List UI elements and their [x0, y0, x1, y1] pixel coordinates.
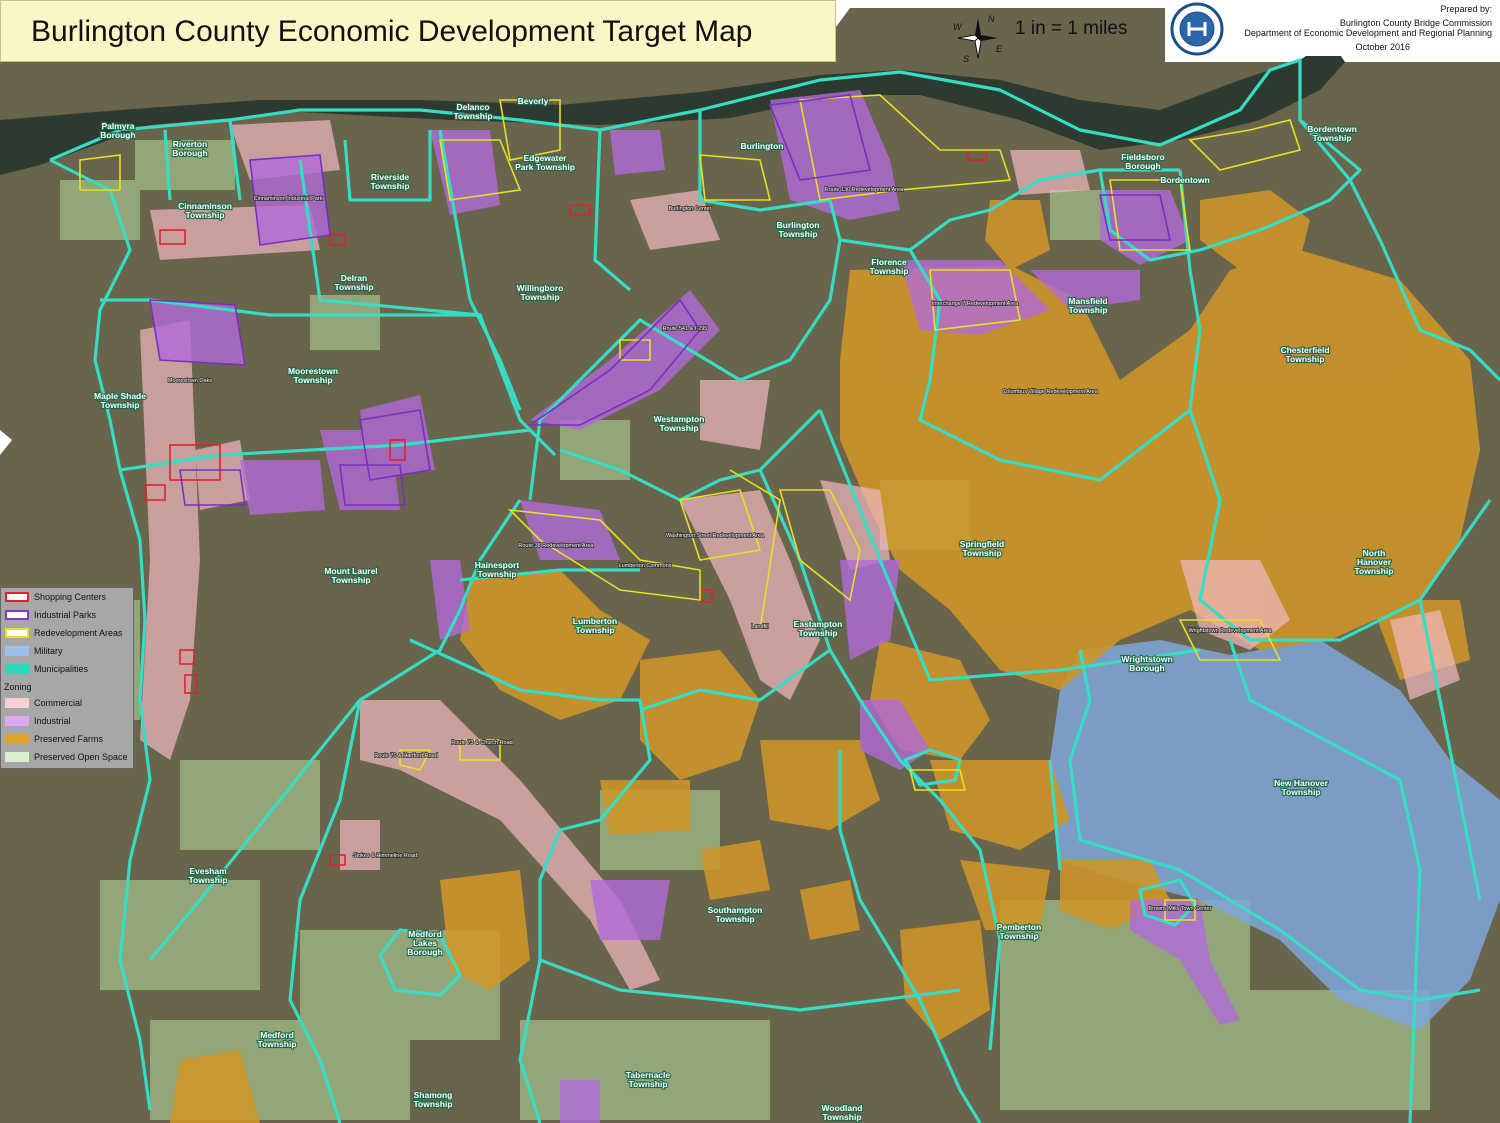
- muni-label: Burlington: [741, 141, 784, 151]
- muni-label: Eastampton Township: [794, 619, 843, 638]
- muni-label: New Hanover Township: [1274, 778, 1329, 797]
- credit-date: October 2016: [1355, 42, 1410, 52]
- credit-prepared-by: Prepared by:: [1440, 4, 1492, 14]
- muni-label: Springfield Township: [960, 539, 1004, 558]
- muni-label: Delanco Township: [453, 102, 492, 121]
- credit-department: Department of Economic Development and R…: [1244, 28, 1492, 38]
- compass-e: E: [996, 44, 1003, 54]
- muni-label: Bordentown: [1160, 175, 1210, 185]
- muni-label: Hainesport Township: [475, 560, 520, 579]
- legend-swatch: [5, 592, 29, 602]
- legend-swatch: [5, 646, 29, 656]
- legend-item-municipalities: Municipalities: [5, 663, 88, 675]
- legend-swatch: [5, 752, 29, 762]
- legend-swatch: [5, 716, 29, 726]
- muni-label: Palmyra Borough: [100, 121, 135, 140]
- muni-label: Florence Township: [869, 257, 908, 276]
- legend-label: Preserved Open Space: [34, 752, 128, 762]
- legend-label: Military: [34, 646, 63, 656]
- muni-label: Chesterfield Township: [1280, 345, 1329, 364]
- muni-label: Moorestown Township: [288, 366, 338, 385]
- legend-swatch: [5, 734, 29, 744]
- muni-label: Tabernacle Township: [626, 1070, 671, 1089]
- site-label: Interchange 7 Redevelopment Area: [932, 301, 1019, 307]
- scale-text: 1 in = 1 miles: [1015, 18, 1128, 39]
- legend-item-preserved-farms: Preserved Farms: [5, 733, 103, 745]
- muni-label: Mount Laurel Township: [324, 566, 377, 585]
- site-label: Route 541 & I-295: [663, 326, 708, 332]
- muni-label: Edgewater Park Township: [515, 153, 575, 172]
- legend-label: Shopping Centers: [34, 592, 107, 602]
- legend-label: Industrial Parks: [34, 610, 97, 620]
- muni-label: Cinnaminson Township: [178, 201, 232, 220]
- site-label: Wrightstown Redevelopment Area: [1188, 628, 1272, 634]
- legend-swatch: [5, 698, 29, 708]
- legend-item-commercial: Commercial: [5, 697, 82, 709]
- credit-bridge-commission: Burlington County Bridge Commission: [1339, 18, 1492, 28]
- legend-label: Preserved Farms: [34, 734, 104, 744]
- legend-item-industrial: Industrial: [5, 715, 71, 727]
- legend-label: Industrial: [34, 716, 71, 726]
- site-label: Browns Mills Town Center: [1148, 906, 1211, 912]
- site-label: Route 130 Redevelopment Area: [825, 187, 904, 193]
- site-label: Lumberton Commons: [619, 563, 672, 569]
- site-label: Columbus Village Redevelopment Area: [1002, 389, 1099, 395]
- site-label: Burlington Center: [669, 206, 712, 212]
- legend-swatch: [5, 664, 29, 674]
- legend-label: Municipalities: [34, 664, 89, 674]
- legend-item-shopping-centers: Shopping Centers: [5, 591, 106, 603]
- legend-zoning-heading: Zoning: [4, 682, 32, 692]
- map-title: Burlington County Economic Development T…: [31, 15, 753, 48]
- site-label: Route 70 & Hartford Road: [374, 753, 438, 759]
- muni-label: Mansfield Township: [1068, 296, 1107, 315]
- legend-item-redevelopment-areas: Redevelopment Areas: [5, 627, 123, 639]
- site-label: Landfill: [751, 624, 768, 630]
- muni-label: Burlington Township: [777, 220, 820, 239]
- site-label: Washington Street Redevelopment Area: [666, 533, 765, 539]
- legend-item-industrial-parks: Industrial Parks: [5, 609, 96, 621]
- compass-w: W: [953, 22, 963, 32]
- muni-label: Westampton Township: [654, 414, 705, 433]
- compass-n: N: [988, 14, 995, 24]
- county-seal-icon: [1170, 2, 1224, 56]
- title-panel: Burlington County Economic Development T…: [0, 0, 836, 62]
- muni-label: Southampton Township: [708, 905, 763, 924]
- site-label: Route 73 & Church Road: [451, 740, 512, 746]
- legend-swatch: [5, 610, 29, 620]
- muni-label: Bordentown Township: [1307, 124, 1357, 143]
- map-legend: Shopping Centers Industrial Parks Redeve…: [0, 587, 134, 769]
- muni-label: Woodland Township: [822, 1103, 863, 1122]
- muni-label: Evesham Township: [188, 866, 227, 885]
- muni-label: Shamong Township: [413, 1090, 452, 1109]
- legend-item-military: Military: [5, 645, 63, 657]
- muni-label: Willingboro Township: [517, 283, 564, 302]
- legend-swatch: [5, 628, 29, 638]
- muni-label: Riverton Borough: [172, 139, 207, 158]
- muni-label: Pemberton Township: [997, 922, 1041, 941]
- compass-s: S: [963, 54, 969, 64]
- site-label: Route 38 Redevelopment Area: [518, 543, 594, 549]
- site-label: Moorestown Oaks: [168, 378, 213, 384]
- legend-item-preserved-open-space: Preserved Open Space: [5, 751, 128, 763]
- compass-rose-icon: N S E W: [953, 14, 1003, 64]
- muni-label: Fieldsboro Borough: [1121, 152, 1164, 171]
- muni-label: Beverly: [518, 96, 549, 106]
- muni-label: Lumberton Township: [573, 616, 617, 635]
- muni-label: Maple Shade Township: [94, 391, 146, 410]
- legend-label: Commercial: [34, 698, 83, 708]
- muni-label: Riverside Township: [370, 172, 409, 191]
- map-canvas[interactable]: Palmyra Borough Riverton Borough Cinnamins…: [0, 0, 1500, 1123]
- muni-label: Medford Township: [257, 1030, 296, 1049]
- site-label: Stokes & Himmeline Road: [353, 853, 417, 859]
- site-label: Cinnaminson Industrial Park: [254, 196, 323, 202]
- legend-label: Redevelopment Areas: [34, 628, 123, 638]
